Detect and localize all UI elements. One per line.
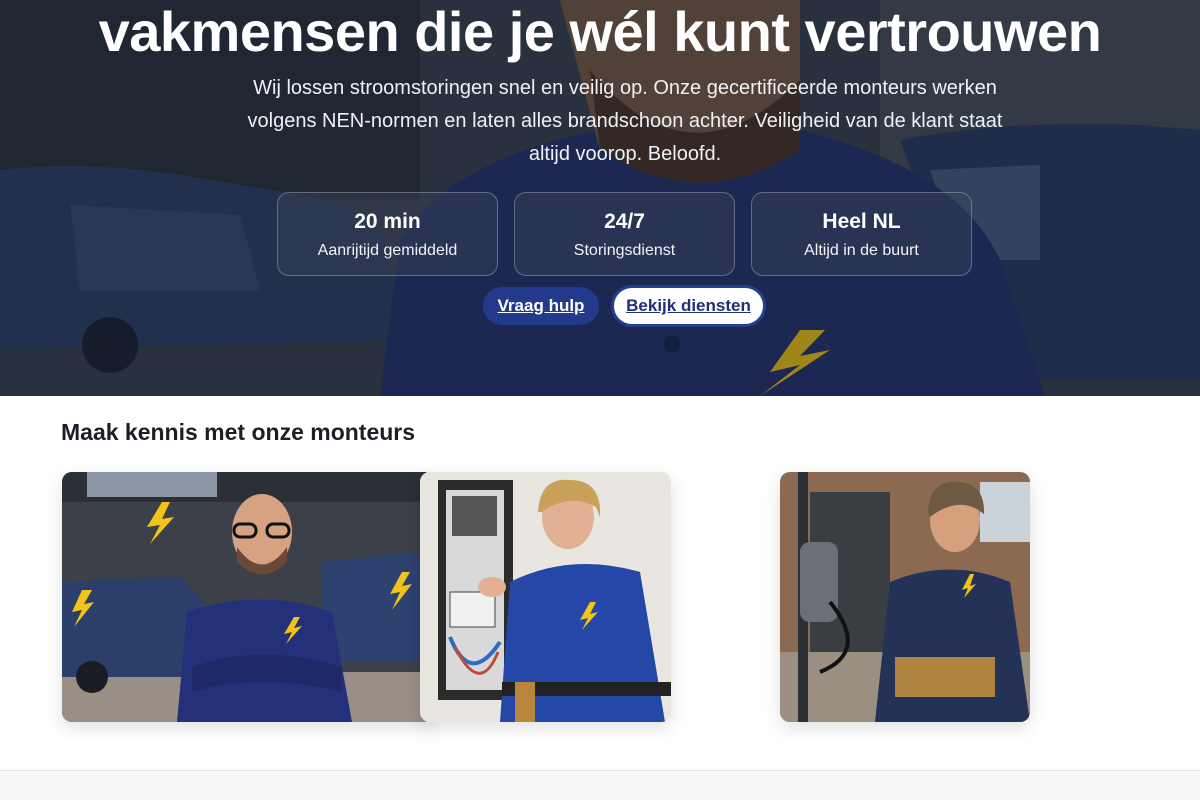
stat-label: Storingsdienst bbox=[573, 242, 676, 259]
stat-label: Aanrijtijd gemiddeld bbox=[317, 242, 458, 259]
technician-image bbox=[420, 472, 671, 722]
hero-title: vakmensen die je wél kunt vertrouwen bbox=[98, 0, 1102, 63]
stat-value: 20 min bbox=[354, 210, 421, 233]
hero-section: vakmensen die je wél kunt vertrouwen Wij… bbox=[0, 0, 1200, 396]
team-heading: Maak kennis met onze monteurs bbox=[61, 419, 416, 445]
request-help-button[interactable]: Vraag hulp bbox=[483, 287, 599, 325]
technician-photo-1 bbox=[62, 472, 434, 722]
technician-photo-2 bbox=[420, 472, 671, 722]
stat-value: 24/7 bbox=[604, 210, 645, 233]
stat-label: Altijd in de buurt bbox=[804, 242, 919, 259]
team-section: Maak kennis met onze monteurs bbox=[0, 396, 1200, 770]
stats-row: 20 min Aanrijtijd gemiddeld 24/7 Storing… bbox=[277, 192, 972, 276]
technician-photo-3 bbox=[780, 472, 1030, 722]
technician-image bbox=[780, 472, 1030, 722]
cta-row: Vraag hulp Bekijk diensten bbox=[483, 285, 766, 327]
stat-card-response-time: 20 min Aanrijtijd gemiddeld bbox=[277, 192, 498, 276]
view-services-button[interactable]: Bekijk diensten bbox=[611, 285, 766, 327]
stat-card-availability: 24/7 Storingsdienst bbox=[514, 192, 735, 276]
technician-image bbox=[62, 472, 434, 722]
hero-description: Wij lossen stroomstoringen snel en veili… bbox=[247, 77, 1003, 165]
next-section-edge bbox=[0, 770, 1200, 800]
stat-card-coverage: Heel NL Altijd in de buurt bbox=[751, 192, 972, 276]
stat-value: Heel NL bbox=[822, 210, 901, 233]
hero-content: vakmensen die je wél kunt vertrouwen Wij… bbox=[0, 0, 1200, 396]
